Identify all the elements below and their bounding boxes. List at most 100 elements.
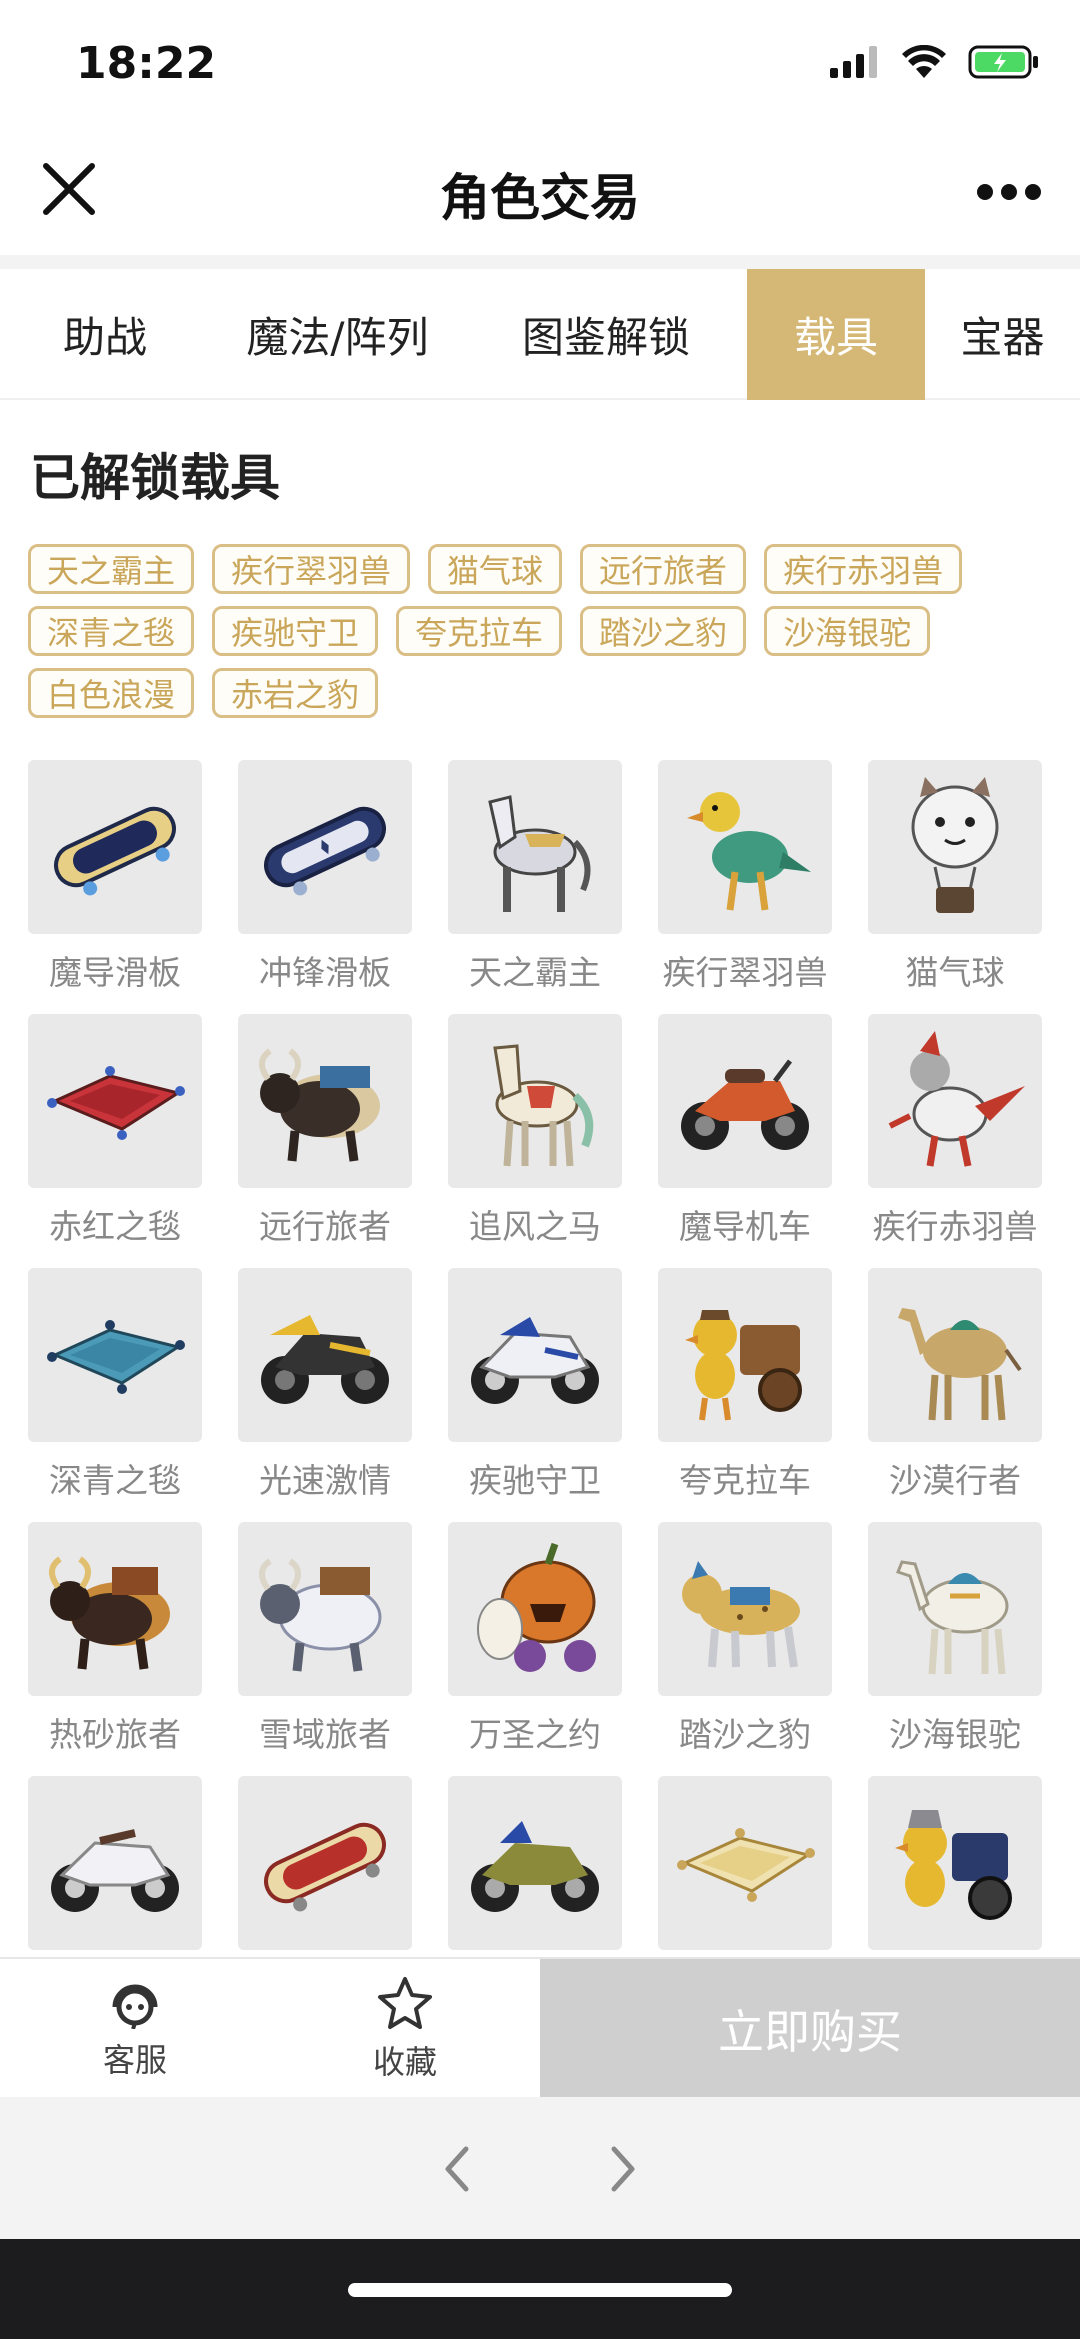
tag: 白色浪漫 xyxy=(28,668,195,718)
skateboard-icon xyxy=(238,760,412,934)
vehicle-name: 夸克拉车 xyxy=(679,1461,811,1500)
bird-icon xyxy=(868,1014,1042,1188)
tag: 疾行赤羽兽 xyxy=(764,544,963,594)
category-tabs: 助战 魔法/阵列 图鉴解锁 载具 宝器 xyxy=(0,269,1080,400)
vehicle-name: 魔导机车 xyxy=(679,1207,811,1246)
vehicle-item[interactable]: 光速激情 xyxy=(238,1268,412,1522)
status-bar: 18:22 xyxy=(0,0,1080,130)
vehicle-name: 踏沙之豹 xyxy=(679,1715,811,1754)
divider xyxy=(0,255,1080,269)
vehicle-item[interactable]: 远行旅者 xyxy=(238,1014,412,1268)
motorcycle-icon xyxy=(448,1776,622,1950)
customer-service-icon xyxy=(112,1984,158,2029)
vehicle-item[interactable]: 雪域旅者 xyxy=(238,1522,412,1776)
tab-assist[interactable]: 助战 xyxy=(0,269,210,400)
vehicle-name: 疾驰守卫 xyxy=(469,1461,601,1500)
vehicle-item[interactable]: 夸克拉车 xyxy=(658,1268,832,1522)
vehicle-name: 深青之毯 xyxy=(49,1461,181,1500)
yak-icon xyxy=(238,1522,412,1696)
vehicle-name: 光速激情 xyxy=(259,1461,391,1500)
carpet-icon xyxy=(28,1014,202,1188)
camel-icon xyxy=(868,1268,1042,1442)
signal-icon xyxy=(830,46,877,78)
vehicle-name: 猫气球 xyxy=(905,953,1005,992)
home-indicator-area xyxy=(0,2239,1080,2339)
favorite-label: 收藏 xyxy=(372,2043,437,2081)
vehicle-item[interactable]: 魔导机车 xyxy=(658,1014,832,1268)
nav-bar: 角色交易 xyxy=(0,130,1080,255)
wifi-icon xyxy=(902,45,946,78)
vehicle-name: 赤红之毯 xyxy=(49,1207,181,1246)
cart-icon xyxy=(868,1776,1042,1950)
vehicle-name: 疾行赤羽兽 xyxy=(872,1207,1038,1246)
vehicle-item[interactable]: 天之霸主 xyxy=(448,760,622,1014)
vehicle-item[interactable]: 猫气球 xyxy=(868,760,1042,1014)
tag: 踏沙之豹 xyxy=(580,606,747,656)
leopard-icon xyxy=(658,1522,832,1696)
vehicle-item[interactable]: 深青之毯 xyxy=(28,1268,202,1522)
back-arrow-icon[interactable] xyxy=(432,2141,482,2197)
yak-icon xyxy=(238,1014,412,1188)
vehicle-name: 远行旅者 xyxy=(259,1207,391,1246)
cart-icon xyxy=(658,1268,832,1442)
tag: 疾驰守卫 xyxy=(212,606,379,656)
vehicle-item[interactable]: 赤红之毯 xyxy=(28,1014,202,1268)
buy-now-button[interactable]: 立即购买 xyxy=(540,1959,1080,2099)
tag: 远行旅者 xyxy=(580,544,747,594)
vehicle-name: 魔导滑板 xyxy=(49,953,181,992)
vehicle-item[interactable]: 沙海银驼 xyxy=(868,1522,1042,1776)
vehicle-name: 热砂旅者 xyxy=(49,1715,181,1754)
vehicle-item[interactable]: 疾行赤羽兽 xyxy=(868,1014,1042,1268)
star-icon xyxy=(378,1977,432,2029)
status-icons xyxy=(830,44,1040,80)
tag: 天之霸主 xyxy=(28,544,195,594)
skateboard-icon xyxy=(28,760,202,934)
motorcycle-icon xyxy=(28,1776,202,1950)
browser-toolbar xyxy=(0,2097,1080,2239)
vehicle-item[interactable]: 沙漠行者 xyxy=(868,1268,1042,1522)
tab-vehicles[interactable]: 载具 xyxy=(747,269,925,400)
vehicle-item[interactable]: 踏沙之豹 xyxy=(658,1522,832,1776)
unlocked-tag-list: 天之霸主 疾行翠羽兽 猫气球 远行旅者 疾行赤羽兽 深青之毯 疾驰守卫 夸克拉车… xyxy=(28,544,1058,718)
vehicle-item[interactable]: 万圣之约 xyxy=(448,1522,622,1776)
vehicle-item[interactable]: 魔导滑板 xyxy=(28,760,202,1014)
section-title: 已解锁载具 xyxy=(30,449,280,507)
battery-icon xyxy=(968,45,1038,79)
vehicle-item[interactable]: 疾驰守卫 xyxy=(448,1268,622,1522)
horse-icon xyxy=(448,760,622,934)
tab-treasures[interactable]: 宝器 xyxy=(925,269,1080,400)
vehicle-name: 沙漠行者 xyxy=(889,1461,1021,1500)
tag: 沙海银驼 xyxy=(764,606,931,656)
tab-codex-unlock[interactable]: 图鉴解锁 xyxy=(465,269,747,400)
motorcycle-icon xyxy=(238,1268,412,1442)
bird-icon xyxy=(658,760,832,934)
vehicle-name: 疾行翠羽兽 xyxy=(662,953,828,992)
vehicle-item[interactable]: 疾行翠羽兽 xyxy=(658,760,832,1014)
customer-service-label: 客服 xyxy=(102,2041,167,2079)
customer-service-button[interactable]: 客服 xyxy=(0,1959,270,2099)
skateboard-icon xyxy=(238,1776,412,1950)
more-icon[interactable] xyxy=(976,180,1042,204)
home-indicator[interactable] xyxy=(348,2283,732,2297)
horse-icon xyxy=(448,1014,622,1188)
forward-arrow-icon[interactable] xyxy=(598,2141,648,2197)
vehicle-item[interactable]: 热砂旅者 xyxy=(28,1522,202,1776)
vehicle-name: 追风之马 xyxy=(469,1207,601,1246)
tag: 夸克拉车 xyxy=(396,606,563,656)
pumpkin-icon xyxy=(448,1522,622,1696)
tag: 猫气球 xyxy=(428,544,563,594)
balloon-icon xyxy=(868,760,1042,934)
vehicle-grid: 魔导滑板 冲锋滑板 天之霸主 疾行翠羽兽 猫气球 赤红之毯 远行旅者 追风之马 … xyxy=(28,760,1068,2030)
motorcycle-icon xyxy=(658,1014,832,1188)
vehicle-item[interactable]: 追风之马 xyxy=(448,1014,622,1268)
motorcycle-icon xyxy=(448,1268,622,1442)
tab-magic-array[interactable]: 魔法/阵列 xyxy=(210,269,465,400)
vehicle-name: 万圣之约 xyxy=(469,1715,601,1754)
tag: 赤岩之豹 xyxy=(212,668,379,718)
page-title: 角色交易 xyxy=(440,169,640,227)
tag: 疾行翠羽兽 xyxy=(212,544,411,594)
vehicle-item[interactable]: 冲锋滑板 xyxy=(238,760,412,1014)
favorite-button[interactable]: 收藏 xyxy=(270,1959,540,2099)
status-time: 18:22 xyxy=(76,38,217,89)
vehicle-name: 天之霸主 xyxy=(469,953,601,992)
